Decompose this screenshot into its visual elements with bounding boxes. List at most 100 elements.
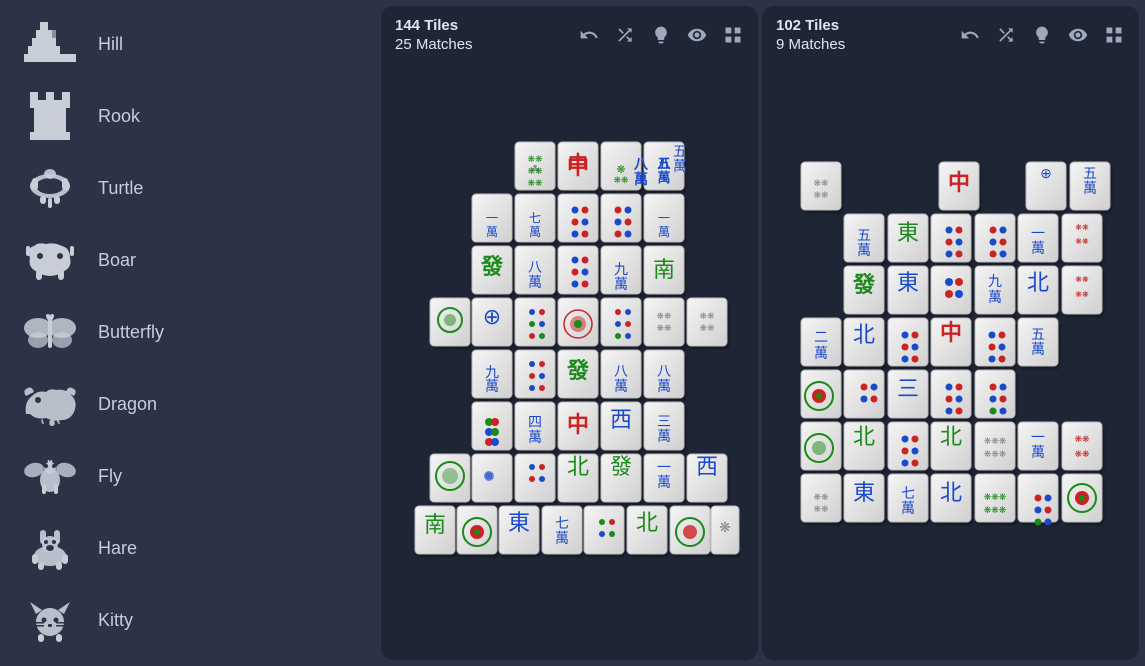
svg-text:西: 西 (695, 454, 717, 479)
svg-text:一: 一 (1031, 429, 1045, 445)
svg-text:八: 八 (528, 259, 542, 275)
panel-1-board: ☘ 中 ❋ ❋❋ 八 萬 五 ❋❋ ❋❋ ❋❋ 中 八 萬 五 (381, 64, 758, 660)
svg-text:北: 北 (852, 424, 874, 449)
panel-2-tiles: 102 Tiles (776, 16, 941, 36)
svg-text:七: 七 (901, 485, 915, 501)
svg-text:萬: 萬 (528, 225, 540, 239)
svg-text:中: 中 (566, 412, 588, 437)
svg-text:萬: 萬 (528, 429, 542, 445)
svg-text:萬: 萬 (1083, 180, 1097, 196)
svg-text:萬: 萬 (657, 225, 669, 239)
svg-text:五: 五 (1083, 165, 1097, 181)
svg-text:五: 五 (673, 143, 687, 159)
svg-text:❋❋: ❋❋ (813, 492, 829, 502)
panel-2-info: 102 Tiles 9 Matches (776, 16, 941, 55)
svg-text:北: 北 (852, 322, 874, 347)
hint-button-1[interactable] (650, 24, 672, 46)
svg-text:❋❋: ❋❋ (1074, 449, 1090, 459)
svg-text:東: 東 (896, 220, 918, 245)
svg-text:發: 發 (609, 454, 631, 479)
turtle-icon (20, 162, 80, 214)
preview-button-2[interactable] (1067, 24, 1089, 46)
svg-text:八: 八 (633, 156, 649, 172)
svg-text:❋❋❋: ❋❋❋ (983, 505, 1006, 515)
sidebar-item-hill-label: Hill (98, 34, 123, 55)
svg-text:萬: 萬 (988, 289, 1002, 305)
svg-text:萬: 萬 (528, 274, 542, 290)
sidebar-item-kitty[interactable]: Kitty (0, 584, 375, 656)
svg-text:❋❋: ❋❋ (1075, 237, 1089, 246)
svg-text:發: 發 (565, 358, 588, 383)
preview-button-1[interactable] (686, 24, 708, 46)
layout-button-1[interactable] (722, 24, 744, 46)
svg-text:萬: 萬 (901, 500, 915, 516)
sidebar-item-fly-label: Fly (98, 466, 122, 487)
svg-text:萬: 萬 (1031, 444, 1045, 460)
svg-text:萬: 萬 (657, 170, 670, 185)
svg-text:萬: 萬 (614, 378, 628, 394)
svg-text:❋❋: ❋❋ (1074, 434, 1090, 444)
sidebar-item-hill[interactable]: Hill (0, 8, 375, 80)
svg-text:⊕: ⊕ (484, 471, 492, 482)
sidebar-item-fly[interactable]: Fly (0, 440, 375, 512)
sidebar-item-turtle[interactable]: Turtle (0, 152, 375, 224)
svg-text:萬: 萬 (857, 242, 871, 258)
svg-text:❋❋: ❋❋ (813, 190, 829, 200)
undo-button-1[interactable] (578, 24, 600, 46)
sidebar-item-butterfly-label: Butterfly (98, 322, 164, 343)
svg-text:萬: 萬 (657, 428, 671, 444)
panel-1-header: 144 Tiles 25 Matches (381, 6, 758, 64)
undo-button-2[interactable] (959, 24, 981, 46)
boar-icon (20, 234, 80, 286)
butterfly-icon (20, 306, 80, 358)
svg-text:中: 中 (939, 320, 961, 345)
svg-text:七: 七 (555, 515, 569, 531)
svg-text:五: 五 (857, 227, 871, 243)
game-panel-2: 102 Tiles 9 Matches (762, 6, 1139, 660)
panel-1-matches: 25 Matches (395, 35, 560, 55)
sidebar: Hill Rook (0, 0, 375, 666)
board-2-svg: ❋❋ ❋❋ 中 ⊕ 五 萬 五 萬 東 一 萬 ❋❋ ❋❋ (781, 82, 1121, 642)
panel-2-controls (959, 24, 1125, 46)
svg-text:東: 東 (507, 510, 529, 535)
svg-text:一: 一 (485, 211, 497, 225)
sidebar-item-boar[interactable]: Boar (0, 224, 375, 296)
layout-button-2[interactable] (1103, 24, 1125, 46)
svg-text:萬: 萬 (634, 171, 648, 187)
sidebar-item-rook-label: Rook (98, 106, 140, 127)
svg-text:萬: 萬 (614, 276, 628, 292)
svg-text:萬: 萬 (1031, 240, 1045, 256)
svg-text:❋: ❋ (719, 519, 731, 535)
sidebar-item-dragon-label: Dragon (98, 394, 157, 415)
sidebar-item-turtle-label: Turtle (98, 178, 143, 199)
panel-1-controls (578, 24, 744, 46)
game-panel-1: 144 Tiles 25 Matches (381, 6, 758, 660)
panels-container: 144 Tiles 25 Matches (375, 0, 1145, 666)
svg-text:發: 發 (851, 272, 874, 297)
svg-text:萬: 萬 (673, 158, 687, 174)
sidebar-item-rook[interactable]: Rook (0, 80, 375, 152)
shuffle-button-1[interactable] (614, 24, 636, 46)
svg-text:萬: 萬 (1031, 341, 1045, 357)
svg-text:❋❋: ❋❋ (1075, 275, 1089, 284)
sidebar-item-butterfly[interactable]: Butterfly (0, 296, 375, 368)
svg-text:東: 東 (896, 270, 918, 295)
svg-text:三: 三 (657, 413, 671, 429)
svg-text:❋❋❋: ❋❋❋ (983, 449, 1006, 459)
svg-text:九: 九 (988, 273, 1002, 289)
panel-1-tiles: 144 Tiles (395, 16, 560, 36)
svg-text:❋❋: ❋❋ (1075, 290, 1089, 299)
sidebar-item-dragon[interactable]: Dragon (0, 368, 375, 440)
svg-text:❋❋: ❋❋ (813, 504, 829, 514)
kitty-icon (20, 594, 80, 646)
hint-button-2[interactable] (1031, 24, 1053, 46)
board-1-svg: ☘ 中 ❋ ❋❋ 八 萬 五 ❋❋ ❋❋ ❋❋ 中 八 萬 五 (400, 82, 740, 642)
svg-text:西: 西 (609, 407, 631, 432)
svg-text:中: 中 (566, 154, 588, 179)
panel-2-board: ❋❋ ❋❋ 中 ⊕ 五 萬 五 萬 東 一 萬 ❋❋ ❋❋ (762, 64, 1139, 660)
fly-icon (20, 450, 80, 502)
svg-text:一: 一 (657, 459, 671, 475)
svg-text:❋❋: ❋❋ (1075, 223, 1089, 232)
shuffle-button-2[interactable] (995, 24, 1017, 46)
sidebar-item-hare[interactable]: Hare (0, 512, 375, 584)
